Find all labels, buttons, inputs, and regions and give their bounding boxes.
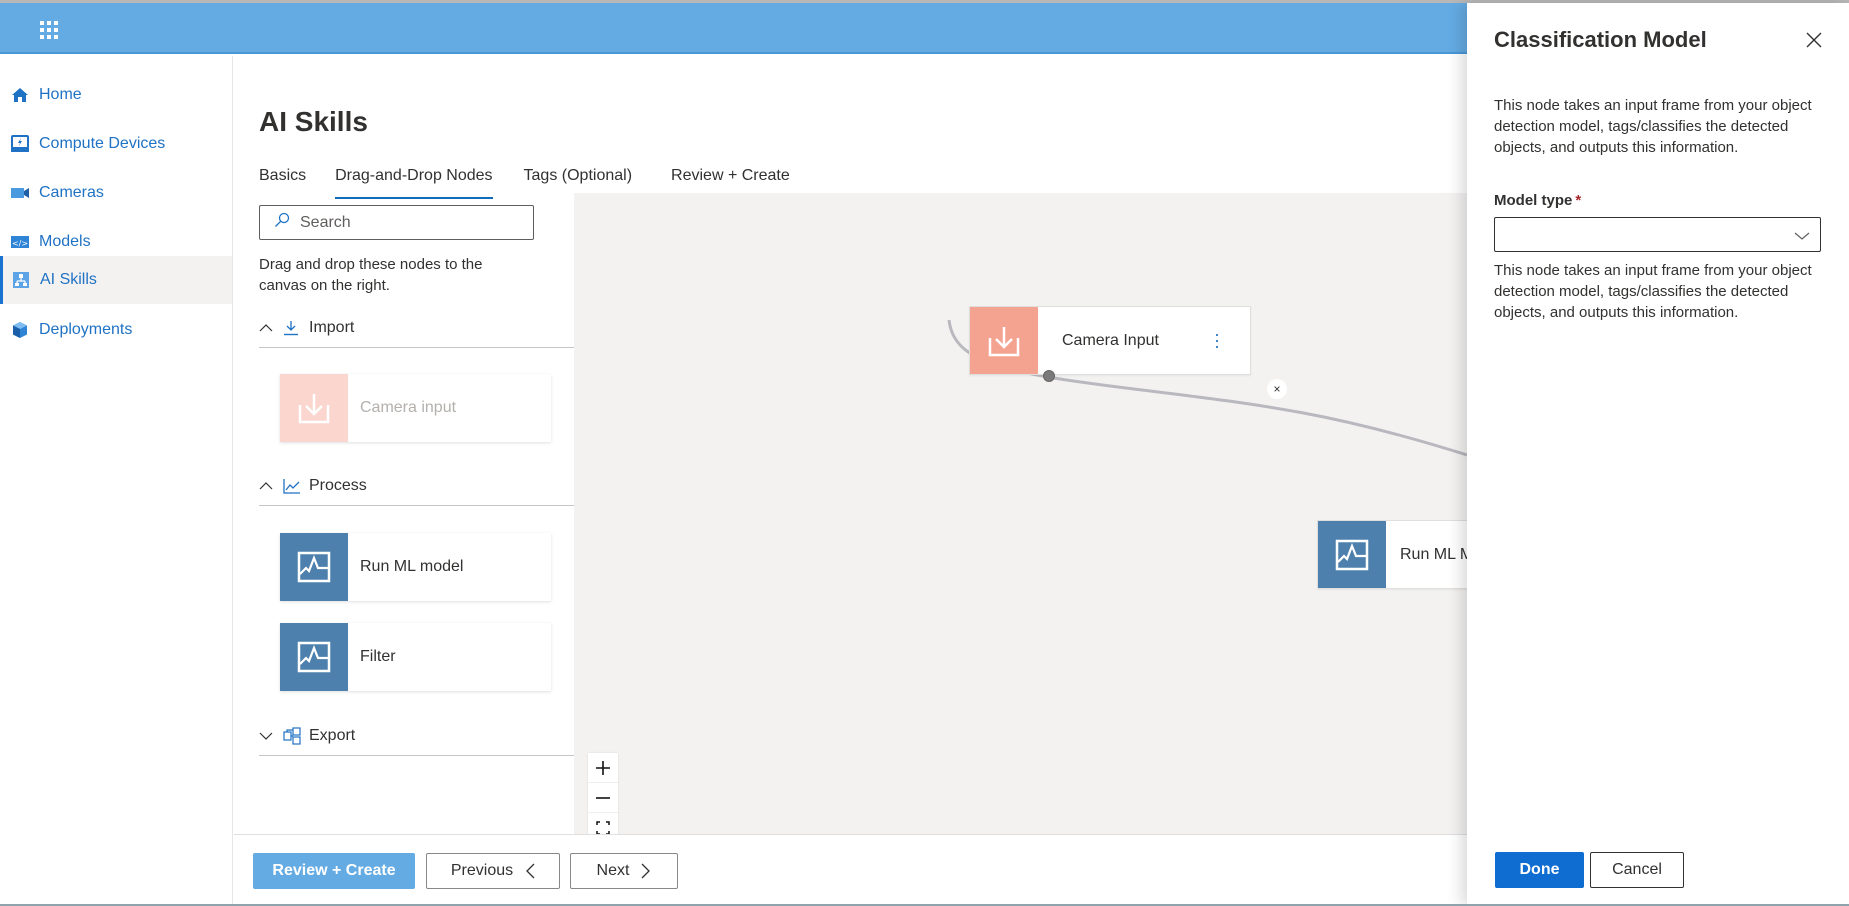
panel-title: Classification Model	[1494, 27, 1707, 52]
sidebar-item-deployments[interactable]: Deployments	[0, 306, 232, 354]
sidebar-item-cameras[interactable]: Cameras	[0, 169, 232, 217]
close-icon[interactable]	[1805, 31, 1825, 51]
search-input[interactable]	[300, 213, 520, 232]
palette-hint: Drag and drop these nodes to the canvas …	[259, 256, 483, 294]
section-label: Process	[309, 476, 367, 494]
ml-chart-icon	[1318, 521, 1386, 588]
waffle-icon[interactable]	[40, 21, 58, 39]
chevron-down-icon	[1794, 228, 1810, 246]
classification-model-panel: Classification Model This node takes an …	[1467, 3, 1849, 906]
edge-camera-to-ml[interactable]	[574, 193, 1467, 834]
sidebar: Home Compute Devices Cameras </> Models …	[0, 56, 233, 906]
search-box[interactable]	[259, 205, 534, 240]
palette-node-camera-input[interactable]: Camera input	[280, 374, 551, 442]
sidebar-item-label: AI Skills	[40, 271, 97, 288]
wizard-footer: Review + Create Previous Next	[234, 834, 1467, 906]
fit-view-button[interactable]	[588, 813, 618, 834]
sidebar-item-label: Models	[39, 233, 91, 250]
deployment-icon	[10, 321, 30, 339]
download-icon	[283, 320, 301, 336]
camera-input-icon	[970, 307, 1038, 374]
more-options-icon[interactable]: · · ·	[1214, 325, 1220, 355]
section-import-header[interactable]: Import	[259, 308, 574, 348]
fit-view-icon	[596, 820, 610, 834]
chart-line-icon	[283, 478, 301, 494]
sidebar-item-label: Home	[39, 86, 82, 103]
palette-node-run-ml-model[interactable]: Run ML model	[280, 533, 551, 601]
output-port[interactable]	[1043, 370, 1055, 382]
required-mark: *	[1575, 192, 1582, 209]
chevron-right-icon	[641, 863, 651, 879]
sidebar-item-label: Cameras	[39, 184, 104, 201]
previous-label: Previous	[450, 862, 514, 879]
page-title: AI Skills	[259, 106, 368, 137]
panel-description: This node takes an input frame from your…	[1494, 97, 1812, 156]
section-label: Export	[309, 726, 356, 744]
palette-node-label: Camera input	[360, 399, 457, 416]
ml-chart-icon	[280, 623, 348, 691]
section-process-header[interactable]: Process	[259, 466, 574, 506]
sidebar-item-ai-skills[interactable]: AI Skills	[0, 256, 232, 304]
cancel-button[interactable]: Cancel	[1590, 852, 1684, 888]
chevron-up-icon	[259, 323, 275, 333]
sidebar-item-label: Compute Devices	[39, 135, 166, 152]
minus-icon	[596, 796, 610, 799]
model-type-label-text: Model type	[1494, 192, 1573, 209]
sidebar-item-label: Deployments	[39, 321, 133, 338]
model-type-dropdown[interactable]	[1494, 217, 1821, 252]
chevron-up-icon	[259, 481, 275, 491]
canvas-node-camera-input[interactable]: Camera Input · · ·	[969, 306, 1251, 375]
export-icon	[283, 726, 301, 745]
canvas-node-label: Camera Input	[1062, 331, 1159, 349]
canvas-node-label: Run ML Model	[1400, 545, 1467, 563]
chevron-left-icon	[525, 863, 535, 879]
previous-button[interactable]: Previous	[426, 853, 560, 889]
flow-canvas[interactable]: Camera Input ··· × Run ML Model	[574, 193, 1467, 834]
model-type-label: Model type *	[1494, 192, 1581, 209]
palette-node-label: Run ML model	[360, 558, 464, 575]
zoom-in-button[interactable]	[588, 753, 618, 783]
main-content: AI Skills Basics Drag-and-Drop Nodes Tag…	[234, 56, 1467, 906]
svg-text:</>: </>	[12, 239, 28, 248]
camera-icon	[10, 184, 30, 202]
home-icon	[10, 86, 30, 104]
tab-basics[interactable]: Basics	[259, 159, 306, 199]
ai-skills-icon	[11, 271, 31, 289]
next-button[interactable]: Next	[570, 853, 678, 889]
search-icon	[274, 212, 290, 233]
model-type-help-text: This node takes an input frame from your…	[1494, 262, 1812, 321]
camera-input-icon	[280, 374, 348, 442]
tab-drag-and-drop-nodes[interactable]: Drag-and-Drop Nodes	[335, 159, 493, 199]
section-export-header[interactable]: Export	[259, 716, 574, 756]
model-icon: </>	[10, 233, 30, 251]
delete-edge-button[interactable]: ×	[1267, 379, 1287, 399]
zoom-controls	[588, 753, 618, 834]
section-label: Import	[309, 318, 355, 336]
palette-node-label: Filter	[360, 648, 396, 665]
compute-device-icon	[10, 135, 30, 153]
canvas-node-run-ml-model[interactable]: Run ML Model	[1317, 520, 1467, 589]
chevron-down-icon	[259, 731, 275, 741]
plus-icon	[596, 760, 610, 775]
zoom-out-button[interactable]	[588, 783, 618, 813]
next-label: Next	[596, 862, 630, 879]
sidebar-item-compute-devices[interactable]: Compute Devices	[0, 120, 232, 168]
ml-chart-icon	[280, 533, 348, 601]
done-button[interactable]: Done	[1495, 852, 1584, 888]
review-create-button[interactable]: Review + Create	[253, 853, 415, 889]
palette-node-filter[interactable]: Filter	[280, 623, 551, 691]
sidebar-item-home[interactable]: Home	[0, 71, 232, 119]
